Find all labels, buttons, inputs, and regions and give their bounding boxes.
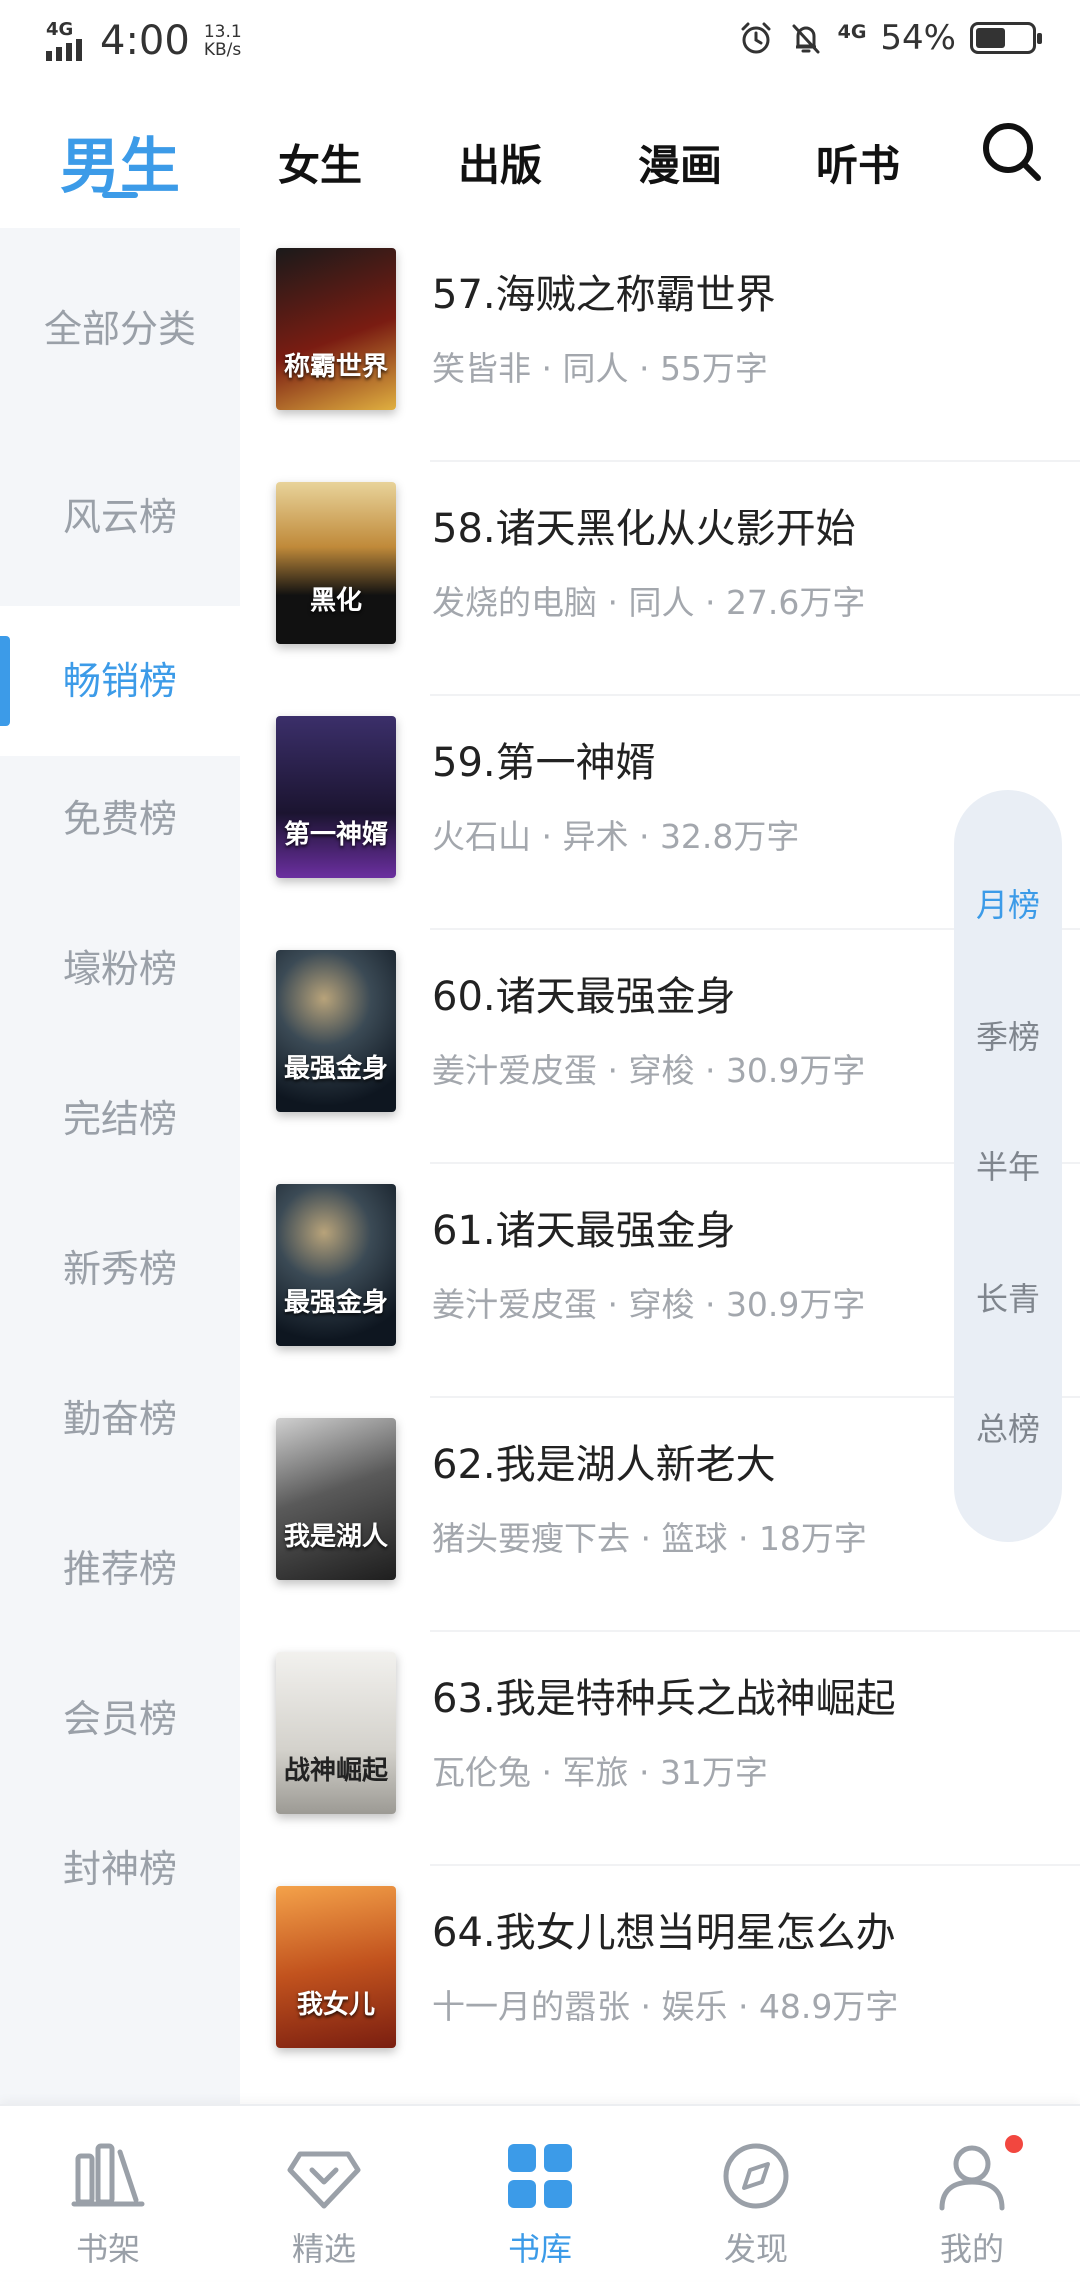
- book-cover[interactable]: 第一神婿: [276, 716, 396, 878]
- battery-percent: 54%: [880, 18, 956, 58]
- nav-label: 书架: [75, 2230, 140, 2268]
- cover-text: 最强金身: [283, 1054, 388, 1084]
- nav-profile[interactable]: 我的: [892, 2106, 1052, 2282]
- sidebar-item-legend[interactable]: 封神榜: [0, 1838, 240, 1893]
- sidebar-item-member[interactable]: 会员榜: [0, 1688, 240, 1743]
- sidebar-item-completed[interactable]: 完结榜: [0, 1088, 240, 1143]
- network-type-right: 4G: [837, 21, 867, 43]
- nav-label: 我的: [939, 2230, 1004, 2268]
- tab-publish[interactable]: 出版: [458, 132, 542, 193]
- cover-text: 第一神婿: [283, 820, 388, 850]
- sidebar-item-bestseller[interactable]: 畅销榜: [0, 606, 240, 756]
- diamond-icon: [287, 2151, 361, 2209]
- book-title: 57.海贼之称霸世界: [432, 272, 776, 318]
- bottom-navigation: 书架 精选 书库 发现 我的: [0, 2104, 1080, 2280]
- battery-icon: [970, 22, 1042, 54]
- network-speed-value: 13.1: [203, 22, 242, 42]
- book-title: 58.诸天黑化从火影开始: [432, 506, 856, 552]
- book-cover[interactable]: 我女儿: [276, 1886, 396, 2048]
- nav-library[interactable]: 书库: [460, 2106, 620, 2282]
- cover-text: 黑化: [309, 586, 362, 616]
- library-grid-icon: [508, 2144, 572, 2208]
- sidebar-item-recommended[interactable]: 推荐榜: [0, 1538, 240, 1593]
- list-item[interactable]: 我女儿 64.我女儿想当明星怎么办 十一月的嚣张 · 娱乐 · 48.9万字: [240, 1866, 1080, 2100]
- nav-featured[interactable]: 精选: [244, 2106, 404, 2282]
- book-title: 63.我是特种兵之战神崛起: [432, 1676, 896, 1722]
- cover-text: 战神崛起: [283, 1756, 388, 1786]
- book-cover[interactable]: 最强金身: [276, 950, 396, 1112]
- active-tab-underline: [102, 192, 138, 198]
- nav-bookshelf[interactable]: 书架: [28, 2106, 188, 2282]
- network-type-label: 4G: [46, 19, 74, 40]
- book-meta: 火石山 · 异术 · 32.8万字: [432, 817, 800, 856]
- battery-fill: [976, 28, 1005, 48]
- book-cover[interactable]: 我是湖人: [276, 1418, 396, 1580]
- sidebar-item-free[interactable]: 免费榜: [0, 788, 240, 843]
- book-title: 60.诸天最强金身: [432, 974, 736, 1020]
- nav-label: 书库: [507, 2230, 572, 2268]
- clock: 4:00: [100, 18, 190, 64]
- sidebar-item-fans[interactable]: 壕粉榜: [0, 938, 240, 993]
- status-bar: 4G 4:00 13.1 KB/s 4G 54%: [0, 0, 1080, 84]
- category-tabs: 男生 女生 出版 漫画 听书: [0, 100, 1080, 228]
- book-title: 64.我女儿想当明星怎么办: [432, 1910, 896, 1956]
- book-meta: 姜汁爱皮蛋 · 穿梭 · 30.9万字: [432, 1285, 866, 1324]
- status-right: 4G 54%: [738, 18, 1042, 58]
- book-cover[interactable]: 最强金身: [276, 1184, 396, 1346]
- tab-female[interactable]: 女生: [278, 132, 362, 193]
- alarm-icon: [741, 22, 771, 54]
- sidebar-item-diligent[interactable]: 勤奋榜: [0, 1388, 240, 1443]
- tab-audiobooks[interactable]: 听书: [816, 132, 900, 193]
- status-left: 4G 4:00 13.1 KB/s: [44, 18, 242, 64]
- cover-text: 我是湖人: [283, 1522, 388, 1552]
- period-selector: 月榜 季榜 半年 长青 总榜: [954, 790, 1062, 1542]
- profile-icon: [939, 2145, 1005, 2211]
- period-monthly[interactable]: 月榜: [954, 880, 1062, 926]
- sidebar-item-all-categories[interactable]: 全部分类: [0, 298, 240, 353]
- book-meta: 笑皆非 · 同人 · 55万字: [432, 349, 768, 388]
- network-speed: 13.1 KB/s: [204, 23, 242, 59]
- list-item[interactable]: 称霸世界 57.海贼之称霸世界 笑皆非 · 同人 · 55万字: [240, 228, 1080, 462]
- cover-text: 称霸世界: [283, 352, 388, 382]
- nav-label: 发现: [723, 2230, 788, 2268]
- network-speed-unit: KB/s: [203, 40, 242, 60]
- period-evergreen[interactable]: 长青: [954, 1274, 1062, 1320]
- sidebar-item-newcomer[interactable]: 新秀榜: [0, 1238, 240, 1293]
- compass-icon: [723, 2143, 789, 2209]
- nav-label: 精选: [291, 2230, 356, 2268]
- period-half-year[interactable]: 半年: [954, 1142, 1062, 1188]
- book-cover[interactable]: 战神崛起: [276, 1652, 396, 1814]
- book-title: 61.诸天最强金身: [432, 1208, 736, 1254]
- ranking-sidebar: 全部分类 风云榜 畅销榜 免费榜 壕粉榜 完结榜 新秀榜 勤奋榜 推荐榜 会员榜…: [0, 228, 240, 2104]
- book-meta: 十一月的嚣张 · 娱乐 · 48.9万字: [432, 1987, 899, 2026]
- notifications-off-icon: [792, 24, 820, 54]
- cover-text: 我女儿: [296, 1990, 375, 2020]
- book-meta: 发烧的电脑 · 同人 · 27.6万字: [432, 583, 866, 622]
- period-quarterly[interactable]: 季榜: [954, 1012, 1062, 1058]
- book-title: 62.我是湖人新老大: [432, 1442, 776, 1488]
- bookshelf-icon: [71, 2143, 145, 2207]
- search-icon[interactable]: [980, 120, 1044, 184]
- book-cover[interactable]: 称霸世界: [276, 248, 396, 410]
- list-item[interactable]: 黑化 58.诸天黑化从火影开始 发烧的电脑 · 同人 · 27.6万字: [240, 462, 1080, 696]
- book-meta: 猪头要瘦下去 · 篮球 · 18万字: [432, 1519, 867, 1558]
- list-item[interactable]: 战神崛起 63.我是特种兵之战神崛起 瓦伦兔 · 军旅 · 31万字: [240, 1632, 1080, 1866]
- book-cover[interactable]: 黑化: [276, 482, 396, 644]
- nav-discover[interactable]: 发现: [676, 2106, 836, 2282]
- book-meta: 姜汁爱皮蛋 · 穿梭 · 30.9万字: [432, 1051, 866, 1090]
- book-meta: 瓦伦兔 · 军旅 · 31万字: [432, 1753, 768, 1792]
- signal-icon: 4G: [44, 19, 92, 63]
- sidebar-item-fengyun[interactable]: 风云榜: [0, 486, 240, 541]
- book-title: 59.第一神婿: [432, 740, 656, 786]
- tab-comics[interactable]: 漫画: [638, 132, 722, 193]
- sidebar-active-indicator: [0, 636, 10, 726]
- notification-badge: [1002, 2132, 1026, 2156]
- cover-text: 最强金身: [283, 1288, 388, 1318]
- period-all-time[interactable]: 总榜: [954, 1404, 1062, 1450]
